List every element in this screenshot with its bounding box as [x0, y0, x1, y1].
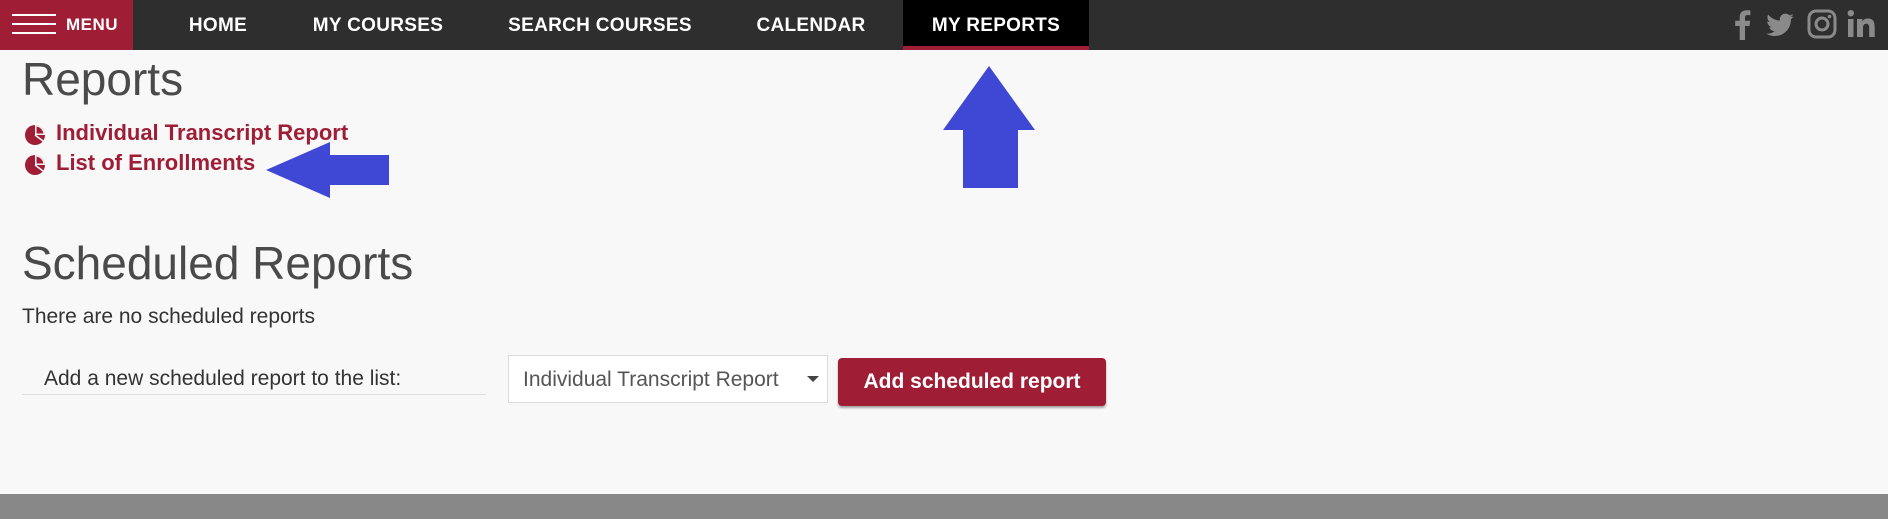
pie-chart-icon	[25, 125, 45, 145]
scheduled-reports-heading: Scheduled Reports	[22, 237, 414, 289]
twitter-icon[interactable]	[1764, 8, 1796, 40]
add-scheduled-report-label-row: Add a new scheduled report to the list:	[22, 364, 486, 395]
nav-my-courses[interactable]: MY COURSES	[300, 0, 456, 50]
linkedin-icon[interactable]	[1846, 8, 1878, 40]
reports-heading: Reports	[22, 53, 184, 105]
no-scheduled-reports-text: There are no scheduled reports	[22, 305, 316, 328]
pie-chart-icon	[25, 155, 45, 175]
nav-search-courses[interactable]: SEARCH COURSES	[494, 0, 706, 50]
menu-button[interactable]: MENU	[0, 0, 133, 50]
menu-label: MENU	[66, 15, 119, 34]
add-scheduled-report-button[interactable]: Add scheduled report	[838, 358, 1106, 406]
top-navigation-bar: MENU HOME MY COURSES SEARCH COURSES CALE…	[0, 0, 1888, 50]
report-type-select-value: Individual Transcript Report	[523, 368, 779, 391]
footer-bar	[0, 494, 1888, 519]
nav-calendar[interactable]: CALENDAR	[740, 0, 882, 50]
list-of-enrollments-label: List of Enrollments	[56, 150, 256, 175]
up-arrow-annotation	[943, 66, 1035, 188]
instagram-icon[interactable]	[1806, 8, 1838, 40]
left-arrow-annotation	[266, 142, 389, 198]
add-scheduled-report-label: Add a new scheduled report to the list:	[44, 367, 402, 390]
report-type-select[interactable]: Individual Transcript Report	[508, 355, 828, 403]
hamburger-icon	[12, 14, 56, 36]
facebook-icon[interactable]	[1727, 8, 1759, 40]
chevron-down-icon	[807, 376, 819, 382]
nav-home[interactable]: HOME	[164, 0, 272, 50]
nav-my-reports[interactable]: MY REPORTS	[903, 0, 1089, 50]
